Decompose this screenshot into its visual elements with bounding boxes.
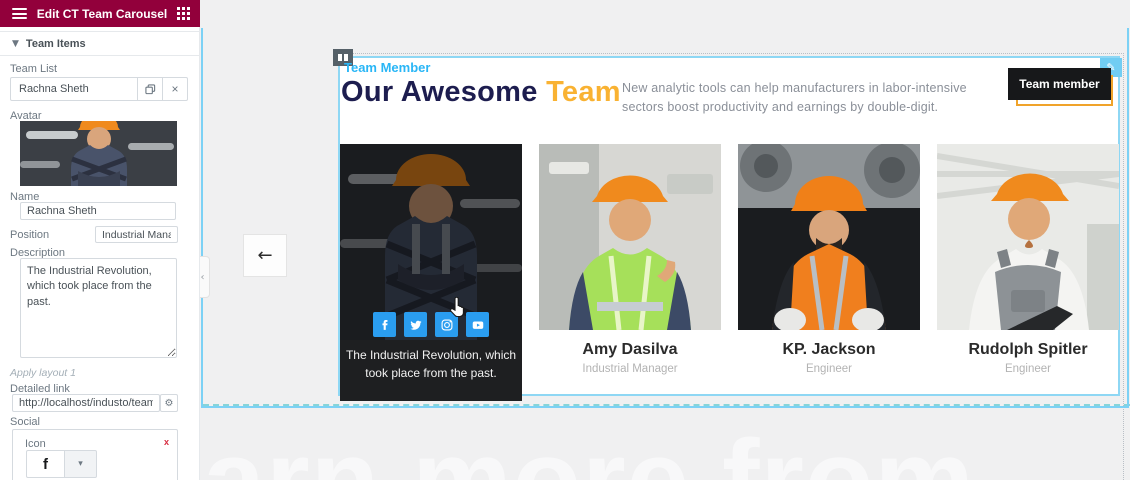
member-name: Amy Dasilva: [539, 341, 721, 359]
widget-selection-border: [201, 28, 203, 408]
section-outline-top: [336, 53, 1124, 54]
youtube-icon[interactable]: [466, 312, 489, 337]
member-photo: [340, 144, 522, 340]
panel-title: Edit CT Team Carousel: [27, 7, 177, 21]
member-name: KP. Jackson: [738, 341, 920, 359]
member-description: The Industrial Revolution, which took pl…: [342, 346, 520, 382]
menu-icon[interactable]: [12, 8, 27, 19]
next-section-watermark-heading: Learn more from: [70, 415, 975, 480]
facebook-icon[interactable]: f: [26, 450, 65, 478]
facebook-icon[interactable]: [373, 312, 396, 337]
section-heading: Our Awesome Team: [341, 76, 621, 109]
member-photo: [937, 144, 1119, 330]
repeater-item-title: Rachna Sheth: [11, 83, 137, 95]
team-card[interactable]: Rudolph Spitler Engineer: [937, 144, 1119, 375]
apply-layout-note: Apply layout 1: [10, 367, 76, 379]
twitter-icon[interactable]: [404, 312, 427, 337]
chevron-down-icon[interactable]: ▾: [65, 450, 97, 478]
editor-window: Learn more from ✎ Team Member Our Awesom…: [0, 0, 1130, 480]
remove-item-icon[interactable]: ×: [162, 78, 187, 100]
position-field[interactable]: [95, 226, 178, 243]
team-items-section-toggle[interactable]: ▼ Team Items: [0, 31, 200, 56]
detailed-link-field[interactable]: [12, 394, 160, 412]
heading-accent: Team: [546, 76, 621, 108]
team-card[interactable]: Amy Dasilva Industrial Manager: [539, 144, 721, 375]
social-label: Social: [10, 416, 40, 428]
team-card-hovered[interactable]: The Industrial Revolution, which took pl…: [340, 144, 522, 401]
panel-header: Edit CT Team Carousel: [0, 0, 200, 27]
name-field[interactable]: [20, 202, 176, 220]
team-card[interactable]: KP. Jackson Engineer: [738, 144, 920, 375]
team-list-label: Team List: [10, 63, 57, 75]
elementor-panel: Edit CT Team Carousel ▼ Team Items Team …: [0, 0, 200, 480]
member-position: Engineer: [937, 363, 1119, 375]
position-label: Position: [10, 229, 49, 241]
team-member-button[interactable]: Team member: [1008, 68, 1111, 100]
avatar-image[interactable]: [20, 121, 177, 186]
chevron-down-icon: ▼: [12, 39, 19, 49]
member-photo: [738, 144, 920, 330]
heading-primary: Our Awesome: [341, 76, 546, 108]
social-repeater-item: Icon x f ▾: [12, 429, 178, 480]
description-field[interactable]: The Industrial Revolution, which took pl…: [20, 258, 177, 358]
mouse-cursor-icon: [449, 297, 467, 319]
section-description: New analytic tools can help manufacturer…: [622, 79, 990, 118]
member-photo: [539, 144, 721, 330]
member-name: Rudolph Spitler: [937, 341, 1119, 359]
widget-selection-border: [1127, 28, 1129, 408]
icon-label: Icon: [25, 438, 46, 450]
duplicate-icon[interactable]: [137, 78, 162, 100]
member-position: Engineer: [738, 363, 920, 375]
remove-social-icon[interactable]: x: [164, 437, 169, 447]
carousel-prev-arrow[interactable]: ←: [243, 234, 287, 277]
repeater-item[interactable]: Rachna Sheth ×: [10, 77, 188, 101]
section-subtitle: Team Member: [344, 60, 430, 75]
section-outline-right: [1123, 53, 1124, 480]
gear-icon[interactable]: ⚙: [160, 394, 178, 412]
widget-selection-border: [201, 406, 1129, 408]
social-icon-row: [340, 312, 522, 337]
member-position: Industrial Manager: [539, 363, 721, 375]
widgets-grid-icon[interactable]: [177, 7, 190, 20]
